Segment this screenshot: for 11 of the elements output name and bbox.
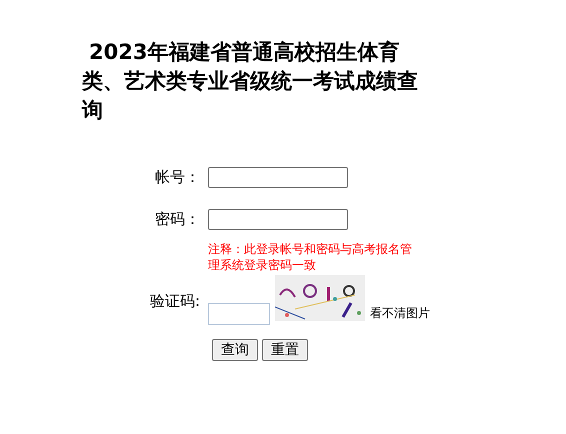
note-text: 注释：此登录帐号和密码与高考报名管理系统登录密码一致 bbox=[208, 241, 413, 273]
page-title: 2023年福建省普通高校招生体育类、艺术类专业省级统一考试成绩查询 bbox=[82, 39, 419, 124]
password-field[interactable] bbox=[208, 208, 348, 230]
field-label: 帐号： bbox=[155, 168, 200, 186]
account-field[interactable] bbox=[208, 166, 348, 188]
query-button[interactable]: 查询 bbox=[212, 339, 258, 361]
field-label: 验证码: bbox=[150, 292, 200, 311]
captcha-field[interactable] bbox=[208, 303, 270, 325]
field-label: 密码： bbox=[155, 210, 200, 228]
refresh-captcha-link[interactable]: 看不清图片 bbox=[370, 305, 430, 322]
reset-button[interactable]: 重置 bbox=[262, 339, 308, 361]
